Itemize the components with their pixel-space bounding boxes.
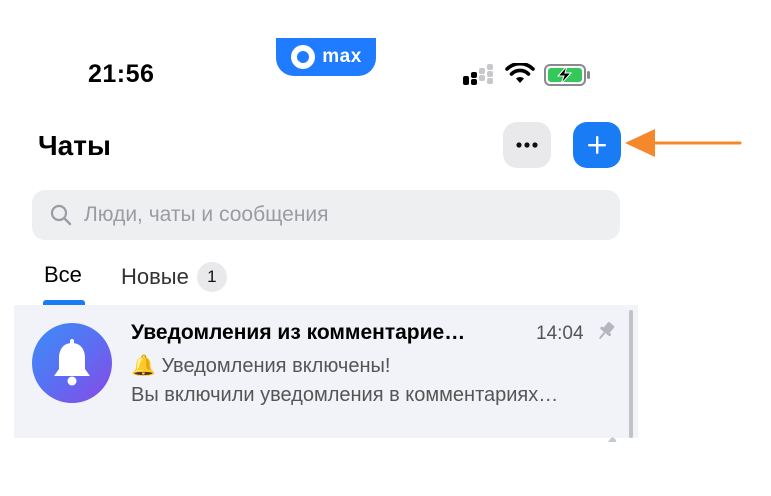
signal-icon [463,64,493,85]
search-icon [50,204,72,226]
tab-new[interactable]: Новые 1 [121,262,227,292]
chat-time: 14:04 [536,323,584,344]
pin-icon [599,322,615,339]
new-chat-button[interactable] [573,122,621,168]
max-logo-icon [291,45,316,69]
chat-preview-line: 🔔 Уведомления включены! [131,355,391,377]
tab-all[interactable]: Все [44,262,82,288]
page-title: Чаты [38,130,111,161]
plus-icon [588,136,606,154]
scrollbar[interactable] [629,310,633,438]
more-options-button[interactable] [503,122,551,168]
bell-icon [54,339,90,386]
chat-list: Уведомления из комментарие… 14:04 🔔 Увед… [14,305,638,438]
battery-charging-icon [544,64,590,86]
chat-preview-line: Вы включили уведомления в комментариях… [131,384,559,406]
tab-new-label: Новые [121,264,189,289]
chat-title: Уведомления из комментарие… [131,321,466,344]
ellipsis-icon [516,142,538,148]
search-input[interactable] [84,203,604,227]
search-bar[interactable] [32,190,620,240]
chat-row[interactable]: Уведомления из комментарие… 14:04 🔔 Увед… [14,305,638,438]
annotation-arrow-icon [625,129,742,157]
wifi-icon [505,63,535,83]
avatar [32,323,112,403]
tab-all-label: Все [44,262,82,287]
status-time: 21:56 [88,60,155,88]
app-pill-label: max [322,46,362,67]
unread-count-badge: 1 [196,262,227,292]
app-pill: max [276,38,376,76]
pin-icon [607,437,617,442]
